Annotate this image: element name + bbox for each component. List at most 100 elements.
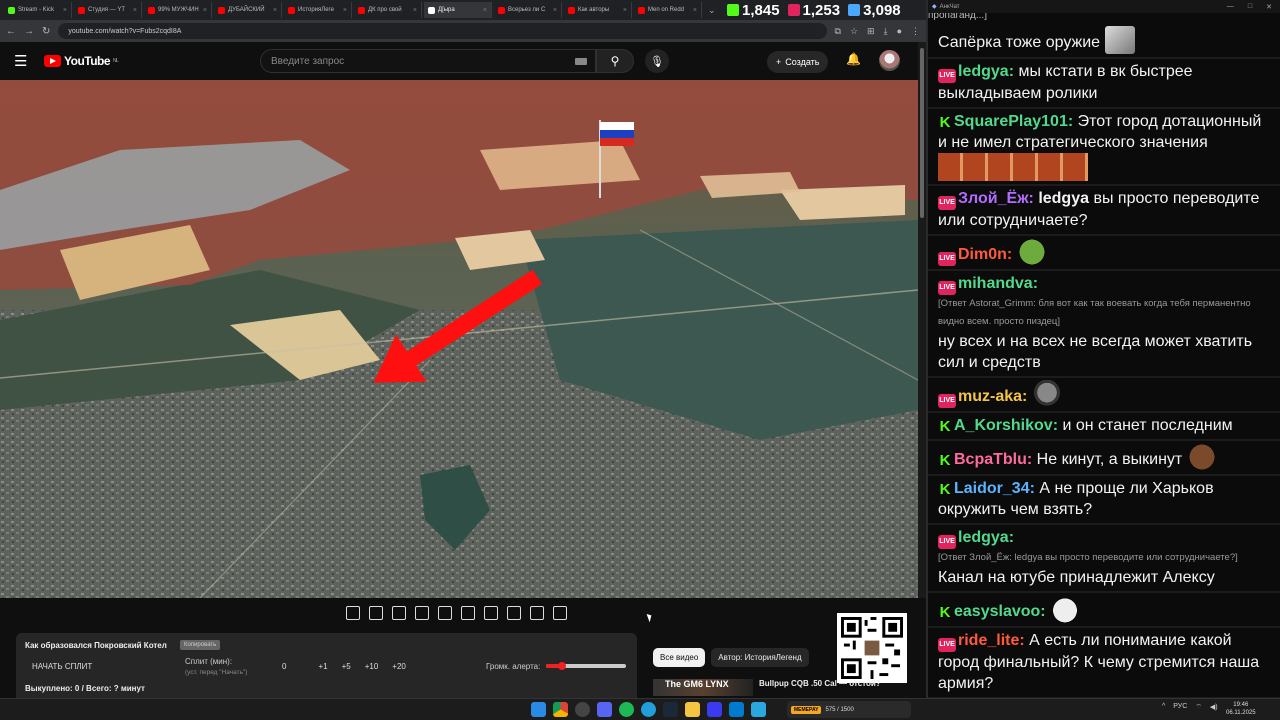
create-button[interactable]: + Создать bbox=[767, 51, 829, 73]
search-input[interactable]: Введите запрос bbox=[260, 49, 596, 73]
flag-white bbox=[600, 122, 634, 130]
tab-close-icon[interactable]: × bbox=[203, 7, 207, 14]
spotify-icon[interactable] bbox=[619, 702, 634, 717]
scrollbar-thumb[interactable] bbox=[920, 48, 924, 218]
next-video-item[interactable]: The GM6 LYNX Bullpup CQB .50 Cal — отсто… bbox=[653, 679, 881, 696]
messenger-icon[interactable] bbox=[751, 702, 766, 717]
tab-close-icon[interactable]: × bbox=[63, 7, 67, 14]
menu-dots-icon[interactable]: ⋮ bbox=[911, 26, 920, 37]
mic-icon: 🎙 bbox=[650, 55, 664, 68]
kick-badge-icon: K bbox=[939, 418, 951, 435]
url-field[interactable]: youtube.com/watch?v=Fubs2cqdI8A bbox=[58, 23, 827, 39]
split-overlay-panel: Как образовался Покровский Котел Копиров… bbox=[16, 633, 637, 698]
plus-icon: + bbox=[776, 57, 782, 67]
reload-icon[interactable]: ↻ bbox=[42, 26, 50, 37]
speed-gauge-icon[interactable] bbox=[484, 606, 498, 620]
browser-tab[interactable]: Men on Redd × bbox=[634, 2, 702, 18]
media-icon[interactable] bbox=[707, 702, 722, 717]
youtube-logo[interactable]: YouTube NL bbox=[44, 54, 119, 68]
start-split-button[interactable]: НАЧАТЬ СПЛИТ bbox=[32, 662, 92, 671]
voice-search-button[interactable]: 🎙 bbox=[645, 49, 669, 73]
chip-author[interactable]: Автор: ИсторияЛегенд bbox=[711, 648, 809, 667]
chat-reply-quote: [Ответ Astorat_Grimm: бля вот как так во… bbox=[938, 298, 1251, 327]
flag-red bbox=[600, 138, 634, 146]
tab-close-icon[interactable]: × bbox=[133, 7, 137, 14]
tab-search-icon[interactable]: ⌄ bbox=[708, 5, 716, 16]
extensions-icon[interactable]: ⊞ bbox=[867, 26, 875, 37]
browser-tab[interactable]: ДУБАЙСКИЙ × bbox=[214, 2, 282, 18]
alert-volume-knob[interactable] bbox=[558, 662, 566, 670]
taskbar-clock[interactable]: 19:46 06.11.2025 bbox=[1226, 701, 1256, 717]
kick-badge-icon: K bbox=[939, 114, 951, 131]
video-player[interactable] bbox=[0, 80, 918, 598]
chat-message: LIVE muz-aka: bbox=[928, 378, 1280, 413]
chat-username: ledgya: bbox=[958, 529, 1015, 546]
browser-tab[interactable]: Всерьез ли С × bbox=[494, 2, 562, 18]
camera-icon[interactable] bbox=[530, 606, 544, 620]
clapper-icon[interactable] bbox=[415, 606, 429, 620]
split-step-20[interactable]: +20 bbox=[392, 662, 406, 671]
chat-reply-quote: [Ответ Злой_Ёж: ledgya вы просто перевод… bbox=[938, 552, 1238, 563]
cast-icon[interactable]: ⧉ bbox=[835, 26, 841, 37]
split-step-10[interactable]: +10 bbox=[365, 662, 379, 671]
network-icon[interactable]: ⌔ bbox=[1195, 703, 1202, 712]
back-icon[interactable]: ← bbox=[6, 26, 16, 37]
page-scrollbar[interactable] bbox=[918, 42, 926, 598]
discord-icon[interactable] bbox=[597, 702, 612, 717]
explorer-icon[interactable] bbox=[685, 702, 700, 717]
split-step-1[interactable]: +1 bbox=[318, 662, 327, 671]
telegram-icon[interactable] bbox=[641, 702, 656, 717]
broadcast-icon[interactable] bbox=[369, 606, 383, 620]
tab-close-icon[interactable]: × bbox=[273, 7, 277, 14]
add-clip-icon[interactable] bbox=[507, 606, 521, 620]
bookmark-star-icon[interactable]: ☆ bbox=[850, 26, 858, 37]
tab-close-icon[interactable]: × bbox=[693, 7, 697, 14]
vk-live-icon bbox=[787, 4, 800, 16]
avatar[interactable] bbox=[879, 50, 900, 71]
settings-gear-icon[interactable] bbox=[553, 606, 567, 620]
memepay-widget[interactable]: MEMEPAY 575 / 1500 bbox=[787, 701, 911, 718]
volume-icon[interactable]: ◀) bbox=[1210, 703, 1218, 712]
tab-close-icon[interactable]: × bbox=[483, 7, 487, 14]
close-icon[interactable]: ✕ bbox=[1266, 3, 1272, 11]
copy-button[interactable]: Копировать bbox=[180, 640, 221, 650]
download-icon[interactable]: ⤓ bbox=[884, 26, 888, 37]
theater-icon[interactable] bbox=[461, 606, 475, 620]
maximize-icon[interactable]: □ bbox=[1248, 3, 1252, 11]
screen-icon[interactable] bbox=[392, 606, 406, 620]
tab-close-icon[interactable]: × bbox=[343, 7, 347, 14]
keyboard-icon[interactable] bbox=[575, 57, 587, 65]
chat-message: K SquarePlay101: Этот город дотационный и… bbox=[928, 109, 1280, 186]
chrome-icon[interactable] bbox=[553, 702, 568, 717]
forward-icon[interactable]: → bbox=[24, 26, 34, 37]
windows-start-icon[interactable] bbox=[531, 702, 546, 717]
split-step-5[interactable]: +5 bbox=[342, 662, 351, 671]
menu-icon[interactable]: ☰ bbox=[14, 52, 44, 70]
steam-icon[interactable] bbox=[663, 702, 678, 717]
obs-icon[interactable] bbox=[575, 702, 590, 717]
taskbar-app-icons bbox=[531, 702, 766, 717]
browser-tab[interactable]: Как авторы × bbox=[564, 2, 632, 18]
browser-tab[interactable]: ИсторияЛеге × bbox=[284, 2, 352, 18]
tab-label: Студия — YT bbox=[88, 7, 126, 13]
browser-tab[interactable]: ДК про свой × bbox=[354, 2, 422, 18]
tray-arrow-icon[interactable]: ^ bbox=[1162, 703, 1165, 712]
browser-tab[interactable]: Д[ыра × bbox=[424, 2, 492, 18]
browser-tab[interactable]: Stream - Kick × bbox=[4, 2, 72, 18]
chip-all-videos[interactable]: Все видео bbox=[653, 648, 706, 667]
browser-tab[interactable]: 99% МУЖЧИН × bbox=[144, 2, 212, 18]
alert-volume-slider[interactable] bbox=[546, 662, 626, 670]
tab-close-icon[interactable]: × bbox=[553, 7, 557, 14]
browser-tab[interactable]: Студия — YT × bbox=[74, 2, 142, 18]
vscode-icon[interactable] bbox=[729, 702, 744, 717]
search-button[interactable]: ⚲ bbox=[596, 49, 634, 73]
profile-icon[interactable]: ● bbox=[897, 26, 902, 37]
pip-icon[interactable] bbox=[438, 606, 452, 620]
language-indicator[interactable]: РУС bbox=[1173, 703, 1187, 712]
tab-close-icon[interactable]: × bbox=[413, 7, 417, 14]
notifications-bell-icon[interactable]: 🔔 bbox=[846, 52, 861, 66]
loop-icon[interactable] bbox=[346, 606, 360, 620]
split-video-title: Как образовался Покровский Котел bbox=[25, 641, 167, 650]
minimize-icon[interactable]: — bbox=[1227, 3, 1234, 11]
tab-close-icon[interactable]: × bbox=[623, 7, 627, 14]
